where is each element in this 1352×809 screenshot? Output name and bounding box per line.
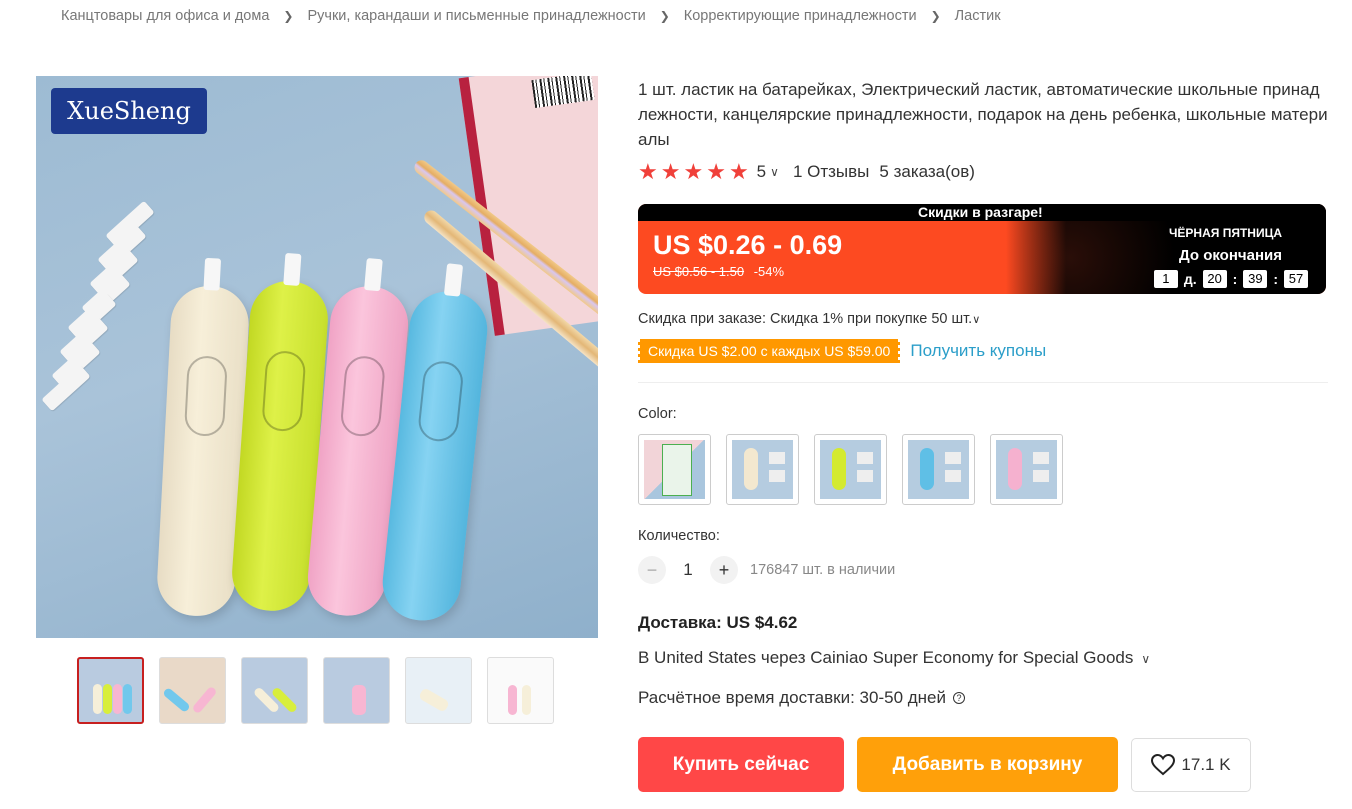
chevron-right-icon: ❯	[283, 9, 294, 23]
timer-separator: :	[1273, 271, 1278, 287]
brand-logo: XueSheng	[51, 88, 207, 134]
star-icon: ★	[638, 159, 658, 184]
star-icon: ★	[660, 159, 681, 184]
wishlist-count: 17.1 K	[1181, 755, 1231, 774]
color-options	[638, 434, 1063, 505]
timer-separator: :	[1232, 271, 1238, 287]
sale-hurry-text: Скидки в разгаре!	[918, 204, 1043, 220]
timer-seconds: 57	[1284, 270, 1308, 288]
event-title: ЧЁРНАЯ ПЯТНИЦА	[1168, 226, 1282, 240]
shipping-method-selector[interactable]: В United States через Cainiao Super Econ…	[638, 648, 1164, 668]
thumbnail[interactable]	[405, 657, 472, 724]
breadcrumb-item[interactable]: Ластик	[955, 8, 1001, 24]
get-coupons-link[interactable]: Получить купоны	[910, 341, 1046, 361]
bulk-discount[interactable]: Скидка при заказе: Скидка 1% при покупке…	[638, 311, 980, 327]
countdown-timer: 1 д. 20 : 39 : 57	[1153, 270, 1308, 288]
thumbnail[interactable]	[77, 657, 144, 724]
discount-percent: -54%	[753, 264, 785, 279]
quantity-minus-button[interactable]: −	[638, 556, 666, 584]
price-banner: Скидки в разгаре! US $0.26 - 0.69 US $0.…	[638, 204, 1326, 294]
shipping-price: Доставка: US $4.62	[638, 613, 798, 632]
quantity-plus-button[interactable]: +	[710, 556, 738, 584]
color-option-lime[interactable]	[814, 434, 887, 505]
timer-minutes: 39	[1243, 270, 1268, 288]
old-price-row: US $0.56 - 1.50 -54%	[653, 264, 784, 279]
color-option-pink[interactable]	[990, 434, 1063, 505]
wishlist-button[interactable]: 17.1 K	[1131, 738, 1251, 792]
chevron-right-icon: ❯	[930, 9, 941, 23]
quantity-stepper: − 1 + 176847 шт. в наличии	[638, 556, 895, 584]
chevron-right-icon: ❯	[659, 9, 670, 23]
quantity-label: Количество:	[638, 528, 720, 544]
thumbnail[interactable]	[241, 657, 308, 724]
coupon-row: Скидка US $2.00 с каждых US $59.00 Получ…	[635, 339, 1046, 363]
stock-count: 176847 шт. в наличии	[750, 562, 896, 578]
thumbnail-strip	[77, 657, 554, 724]
buy-now-button[interactable]: Купить сейчас	[638, 737, 844, 792]
timer-days-unit: д.	[1183, 271, 1197, 287]
thumbnail[interactable]	[487, 657, 554, 724]
coupon-badge: Скидка US $2.00 с каждых US $59.00	[635, 339, 903, 363]
chevron-down-icon: ∨	[972, 314, 981, 326]
star-rating: ★ ★ ★ ★ ★	[638, 160, 749, 184]
timer-hours: 20	[1202, 270, 1227, 288]
color-option-blue[interactable]	[902, 434, 975, 505]
orders-count: 5 заказа(ов)	[879, 162, 975, 181]
star-icon: ★	[706, 159, 726, 184]
rating-row: ★ ★ ★ ★ ★ 5 ∨ 1 Отзывы 5 заказа(ов)	[638, 160, 975, 184]
breadcrumb-item[interactable]: Корректирующие принадлежности	[684, 8, 917, 24]
heart-icon	[1151, 754, 1176, 776]
timer-days: 1	[1153, 270, 1178, 288]
chevron-down-icon[interactable]: ∨	[770, 165, 779, 179]
countdown-label: До окончания	[1179, 247, 1282, 264]
add-to-cart-button[interactable]: Добавить в корзину	[857, 737, 1118, 792]
color-label: Color:	[638, 406, 677, 422]
divider	[638, 382, 1328, 383]
bulk-discount-text: Скидка при заказе: Скидка 1% при покупке…	[638, 311, 973, 327]
breadcrumb-item[interactable]: Канцтовары для офиса и дома	[61, 8, 269, 24]
product-title: 1 шт. ластик на батарейках, Электрически…	[638, 80, 1328, 149]
shipping-method-text: В United States через Cainiao Super Econ…	[638, 648, 1134, 667]
color-option-cream[interactable]	[726, 434, 799, 505]
product-main-image[interactable]: XueSheng	[36, 76, 598, 638]
quantity-value[interactable]: 1	[666, 560, 710, 580]
breadcrumb-item[interactable]: Ручки, карандаши и письменные принадлежн…	[307, 8, 645, 24]
old-price: US $0.56 - 1.50	[653, 264, 745, 279]
current-price: US $0.26 - 0.69	[653, 230, 843, 260]
thumbnail[interactable]	[323, 657, 390, 724]
star-icon: ★	[728, 159, 749, 184]
delivery-time: Расчётное время доставки: 30-50 дней ?	[638, 688, 966, 708]
chevron-down-icon: ∨	[1141, 652, 1151, 666]
rating-value[interactable]: 5	[757, 162, 766, 182]
help-icon[interactable]: ?	[953, 692, 966, 704]
eraser-refills	[36, 196, 156, 416]
color-option-pack[interactable]	[638, 434, 711, 505]
thumbnail[interactable]	[159, 657, 226, 724]
breadcrumb: Канцтовары для офиса и дома ❯ Ручки, кар…	[61, 8, 1001, 24]
delivery-time-text: Расчётное время доставки: 30-50 дней	[638, 688, 947, 707]
star-icon: ★	[683, 159, 704, 184]
reviews-link[interactable]: 1 Отзывы	[793, 162, 869, 182]
